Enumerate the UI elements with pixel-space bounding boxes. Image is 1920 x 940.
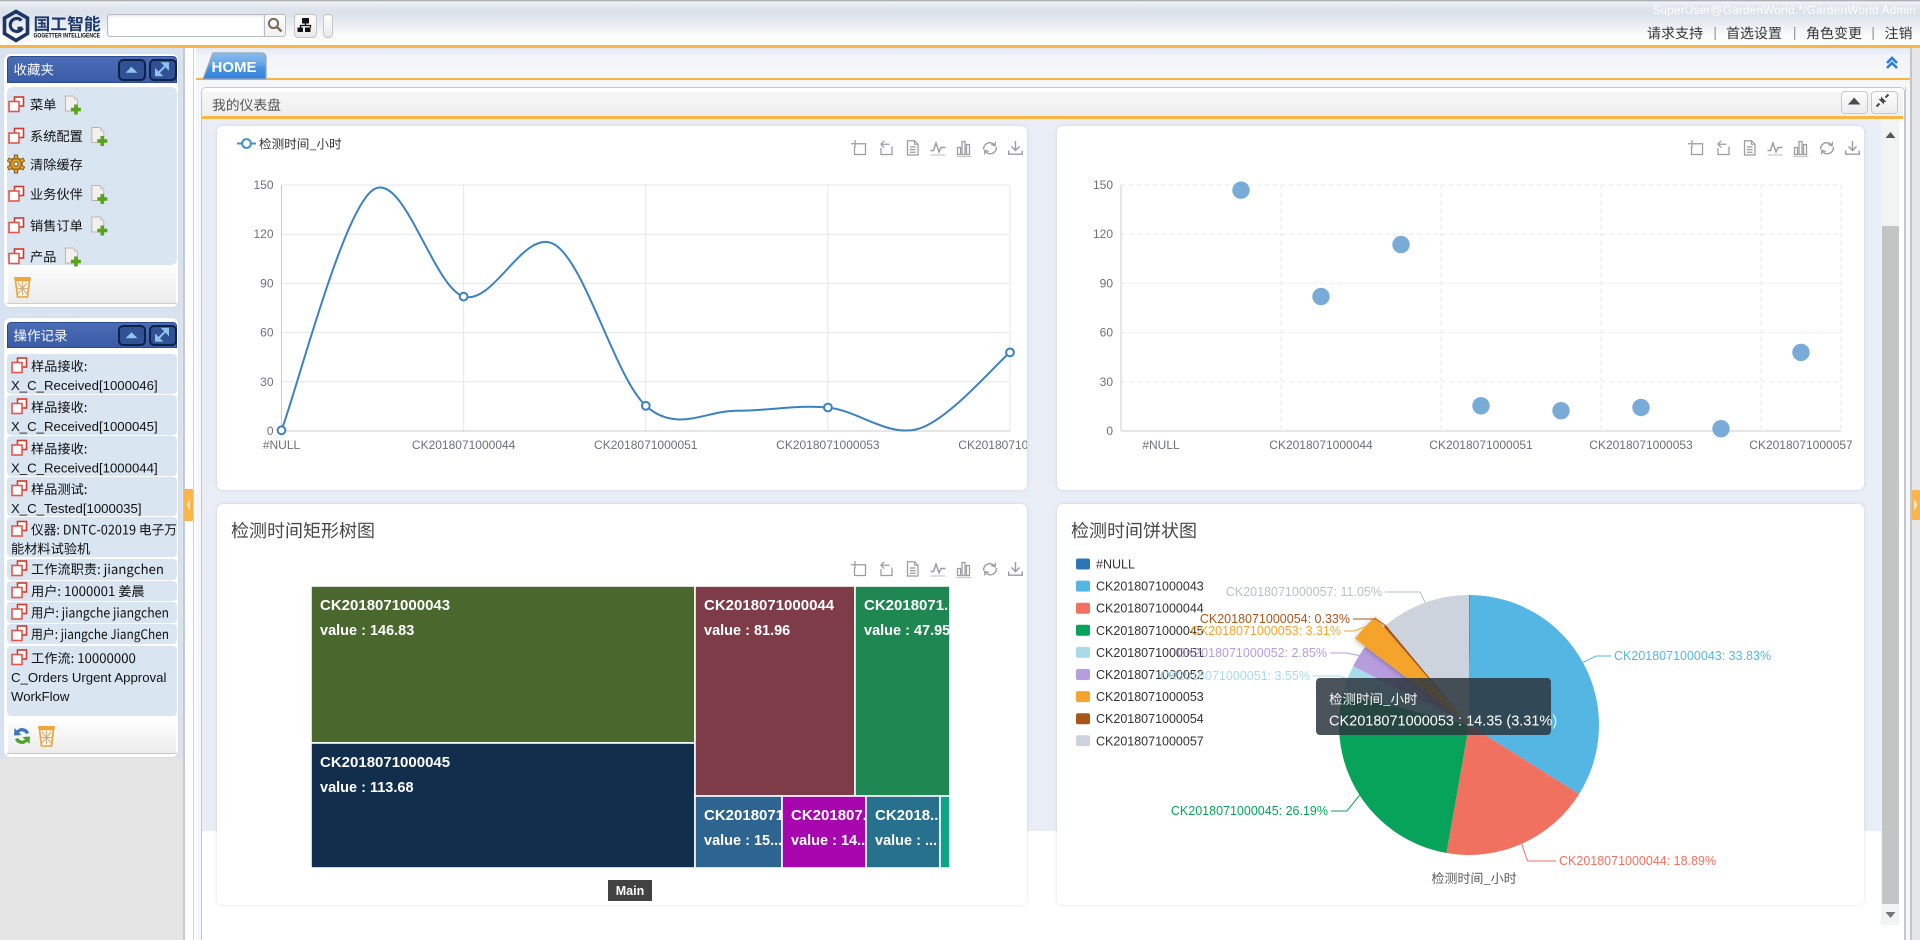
svg-text:value : 146.83: value : 146.83 <box>320 623 414 639</box>
svg-text:WorkFlow: WorkFlow <box>11 689 70 704</box>
svg-text:CK2018071000044: 18.89%: CK2018071000044: 18.89% <box>1559 854 1716 868</box>
svg-text:CK2018071000052: 2.85%: CK2018071000052: 2.85% <box>1177 646 1327 660</box>
svg-text:#NULL: #NULL <box>263 438 301 452</box>
svg-text:0: 0 <box>1106 424 1113 438</box>
svg-text:#NULL: #NULL <box>1142 438 1180 452</box>
svg-text:CK201807..: CK201807.. <box>791 807 871 824</box>
svg-text:0: 0 <box>267 424 274 438</box>
svg-text:X_C_Received[1000044]: X_C_Received[1000044] <box>11 461 158 476</box>
svg-text:Main: Main <box>616 884 644 898</box>
svg-text:120: 120 <box>253 227 273 241</box>
svg-text:CK2018071000045: 26.19%: CK2018071000045: 26.19% <box>1171 804 1328 818</box>
svg-text:value : 15...: value : 15... <box>704 833 782 849</box>
svg-text:X_C_Received[1000046]: X_C_Received[1000046] <box>11 378 158 393</box>
svg-text:120: 120 <box>1093 227 1113 241</box>
svg-text:60: 60 <box>1100 326 1114 340</box>
svg-text:CK2018071000043: CK2018071000043 <box>320 597 450 614</box>
svg-text:C_Orders Urgent Approval: C_Orders Urgent Approval <box>11 670 166 685</box>
svg-text:value : 47.95: value : 47.95 <box>864 623 950 639</box>
svg-text:value : 14...: value : 14... <box>791 833 869 849</box>
svg-text:HOME: HOME <box>212 59 257 76</box>
svg-text:150: 150 <box>1093 178 1113 192</box>
svg-text:CK2018071000053 : 14.35 (3.31%: CK2018071000053 : 14.35 (3.31%) <box>1329 714 1557 730</box>
svg-text:value : 113.68: value : 113.68 <box>320 780 414 796</box>
svg-text:CK2018071000057: CK2018071000057 <box>1749 438 1853 452</box>
svg-text:CK2018071.: CK2018071. <box>704 807 788 824</box>
svg-text:30: 30 <box>260 375 274 389</box>
svg-text:CK2018071000054: 0.33%: CK2018071000054: 0.33% <box>1200 612 1350 626</box>
svg-text:X_C_Received[1000045]: X_C_Received[1000045] <box>11 419 158 434</box>
svg-text:#NULL: #NULL <box>1096 558 1135 572</box>
svg-text:CK2018071000054: CK2018071000054 <box>1096 712 1204 726</box>
svg-text:150: 150 <box>253 178 273 192</box>
svg-text:90: 90 <box>1100 276 1114 290</box>
svg-text:CK2018071..: CK2018071.. <box>864 597 952 614</box>
svg-text:CK2018071000044: CK2018071000044 <box>1096 602 1204 616</box>
svg-text:CK2018071000045: CK2018071000045 <box>1096 624 1204 638</box>
svg-text:CK2018071000043: CK2018071000043 <box>1096 580 1204 594</box>
svg-text:CK2018071000044: CK2018071000044 <box>1269 438 1373 452</box>
svg-text:CK2018071000045: CK2018071000045 <box>320 754 450 771</box>
svg-text:30: 30 <box>1100 375 1114 389</box>
svg-text:90: 90 <box>260 276 274 290</box>
svg-text:CK2018071000043: 33.83%: CK2018071000043: 33.83% <box>1614 649 1771 663</box>
svg-text:60: 60 <box>260 326 274 340</box>
svg-text:CK2018071000044: CK2018071000044 <box>704 597 835 614</box>
svg-text:value : ...: value : ... <box>875 833 937 849</box>
svg-text:CK2018071000053: 3.31%: CK2018071000053: 3.31% <box>1191 624 1341 638</box>
svg-text:CK2018071000051: CK2018071000051 <box>594 438 698 452</box>
svg-text:CK2018071000051: 3.55%: CK2018071000051: 3.55% <box>1160 669 1310 683</box>
svg-text:value : 81.96: value : 81.96 <box>704 623 790 639</box>
svg-text:CK2018071000053: CK2018071000053 <box>1096 690 1204 704</box>
svg-text:CK2018071000044: CK2018071000044 <box>412 438 516 452</box>
svg-text:CK2018...: CK2018... <box>875 807 943 824</box>
svg-text:X_C_Tested[1000035]: X_C_Tested[1000035] <box>11 501 142 516</box>
svg-text:CK2018071000053: CK2018071000053 <box>776 438 880 452</box>
svg-text:CK2018071000053: CK2018071000053 <box>1589 438 1693 452</box>
svg-text:CK2018071000057: 11.05%: CK2018071000057: 11.05% <box>1226 585 1382 599</box>
svg-text:CK2018071000051: CK2018071000051 <box>1429 438 1533 452</box>
svg-text:CK2018071000057: CK2018071000057 <box>1096 734 1204 748</box>
